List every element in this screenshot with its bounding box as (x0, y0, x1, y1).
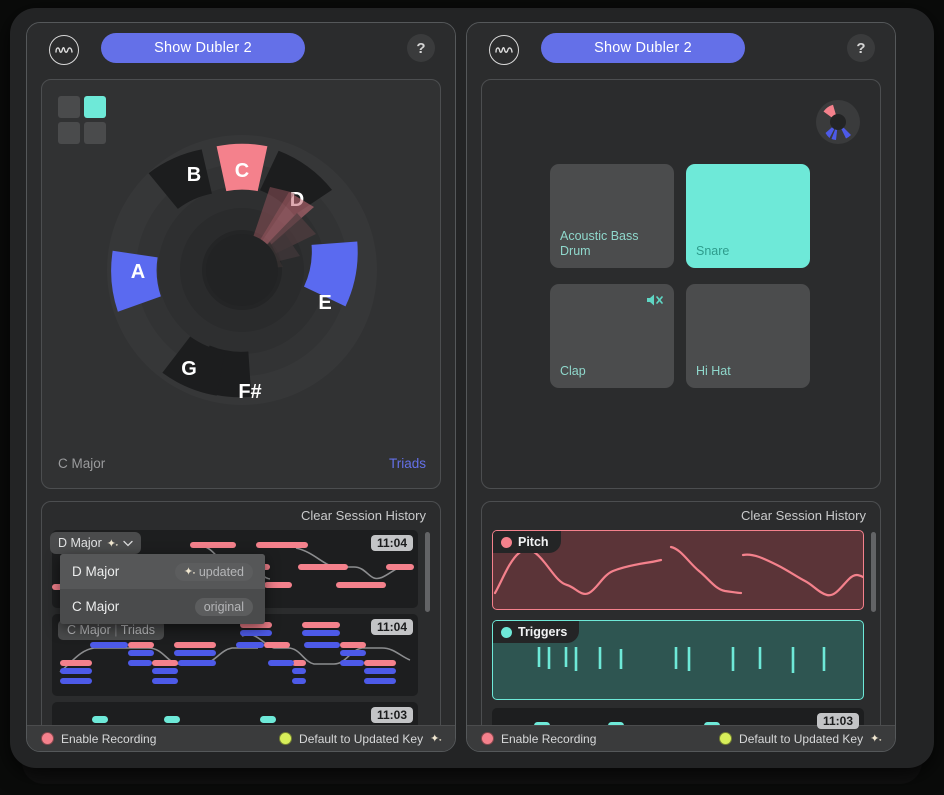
waveform-circle-icon (489, 35, 519, 65)
drum-pad-snare[interactable]: Snare (686, 164, 810, 268)
chord-wheel-card: C D E F# (41, 79, 441, 489)
plugin-panel-left: Show Dubler 2 ? C E F# G A B C Major Tri… (26, 22, 456, 752)
key-option-d-major[interactable]: D Major ✦˖ updated (60, 554, 265, 589)
wheel-label-C: C (235, 160, 249, 182)
key-led-icon (279, 732, 293, 745)
triggers-visualizer[interactable]: Triggers (492, 620, 864, 700)
sparkle-icon: ✦˖ (430, 733, 442, 745)
key-option-badge-label: original (203, 599, 244, 614)
history-row-time: 11:04 (370, 535, 413, 551)
history-row-time: 11:03 (370, 707, 413, 723)
enable-recording-toggle[interactable]: Enable Recording (481, 732, 596, 746)
history-row-tag-mode: Triads (120, 623, 156, 637)
help-button[interactable]: ? (847, 34, 875, 62)
triggers-label: Triggers (518, 625, 568, 639)
drum-pads-card: Acoustic Bass Drum Snare Clap Hi Hat (481, 79, 881, 489)
pitch-label: Pitch (518, 535, 549, 549)
key-option-badge: ✦˖ updated (174, 562, 253, 581)
drum-pad-clap[interactable]: Clap (550, 284, 674, 388)
pitch-visualizer[interactable]: Pitch (492, 530, 864, 610)
pitch-label-chip: Pitch (493, 531, 561, 553)
drum-pad-label: Acoustic Bass Drum (560, 228, 639, 259)
session-history-card-right: Clear Session History Pitch Triggers 11:… (481, 501, 881, 741)
wheel-label-B: B (187, 164, 201, 186)
sparkle-icon: ✦˖ (870, 733, 882, 745)
wheel-label-E: E (318, 292, 331, 314)
history-row-tag-key: C Major (67, 623, 111, 637)
history-row[interactable]: 11:04 C Major | Triads (52, 614, 418, 696)
key-select-trigger[interactable]: D Major ✦˖ (50, 532, 141, 554)
drum-pad-grid: Acoustic Bass Drum Snare Clap Hi Hat (550, 164, 814, 396)
wheel-mode-button[interactable]: Triads (389, 456, 426, 471)
key-option-label: D Major (72, 564, 120, 579)
history-row-time: 11:03 (816, 713, 859, 729)
key-option-badge-label: updated (198, 564, 244, 579)
default-updated-key-label: Default to Updated Key (739, 731, 864, 746)
key-option-badge: original (194, 597, 253, 616)
wheel-footer: C Major Triads (42, 454, 440, 480)
sparkle-icon: ✦˖ (183, 566, 196, 578)
history-scrollbar[interactable] (871, 532, 876, 612)
key-option-label: C Major (72, 599, 120, 614)
drum-pad-acoustic-bass-drum[interactable]: Acoustic Bass Drum (550, 164, 674, 268)
record-led-icon (41, 732, 54, 745)
key-led-icon (719, 732, 733, 745)
default-updated-key-toggle[interactable]: Default to Updated Key ✦˖ (719, 731, 882, 746)
plugin-panel-right: Show Dubler 2 ? Acoustic Bass Drum Snare… (466, 22, 896, 752)
history-scrollbar[interactable] (425, 532, 430, 612)
default-updated-key-toggle[interactable]: Default to Updated Key ✦˖ (279, 731, 442, 746)
session-history-card-left: Clear Session History 11:04 11:04 C Majo… (41, 501, 441, 741)
triggers-label-chip: Triggers (493, 621, 580, 643)
drum-pad-label: Snare (696, 244, 730, 259)
triggers-dot-icon (501, 626, 512, 638)
chord-wheel-mini-icon[interactable] (814, 98, 862, 146)
show-dubler-button[interactable]: Show Dubler 2 (541, 33, 745, 63)
waveform-circle-icon (49, 35, 79, 65)
panel-header-left: Show Dubler 2 ? (27, 23, 455, 75)
status-bar-left: Enable Recording Default to Updated Key … (27, 725, 455, 751)
clear-session-history-button[interactable]: Clear Session History (301, 508, 426, 523)
drum-pad-label: Clap (560, 364, 586, 379)
key-select-menu[interactable]: D Major ✦˖ updated C Major original (60, 554, 265, 624)
speaker-mute-icon[interactable] (645, 292, 665, 313)
key-option-c-major[interactable]: C Major original (60, 589, 265, 624)
drum-pad-label: Hi Hat (696, 364, 731, 379)
wheel-label-A: A (131, 261, 145, 283)
chord-wheel[interactable]: C D E F# (42, 80, 440, 452)
record-led-icon (481, 732, 494, 745)
clear-session-history-button[interactable]: Clear Session History (741, 508, 866, 523)
history-row-time: 11:04 (370, 619, 413, 635)
pitch-dot-icon (501, 536, 512, 548)
enable-recording-toggle[interactable]: Enable Recording (41, 732, 156, 746)
drum-pad-hi-hat[interactable]: Hi Hat (686, 284, 810, 388)
wheel-label-G: G (181, 358, 197, 380)
wheel-key-label: C Major (58, 456, 106, 471)
wheel-label-Fsharp: F# (238, 381, 261, 403)
help-button[interactable]: ? (407, 34, 435, 62)
sparkle-icon: ✦˖ (106, 537, 119, 550)
panel-header-right: Show Dubler 2 ? (467, 23, 895, 75)
enable-recording-label: Enable Recording (61, 731, 157, 746)
app-window: Show Dubler 2 ? C E F# G A B C Major Tri… (0, 0, 944, 795)
chevron-down-icon (123, 540, 133, 546)
default-updated-key-label: Default to Updated Key (299, 731, 424, 746)
key-select-value: D Major (58, 536, 102, 550)
enable-recording-label: Enable Recording (501, 731, 597, 746)
show-dubler-button[interactable]: Show Dubler 2 (101, 33, 305, 63)
